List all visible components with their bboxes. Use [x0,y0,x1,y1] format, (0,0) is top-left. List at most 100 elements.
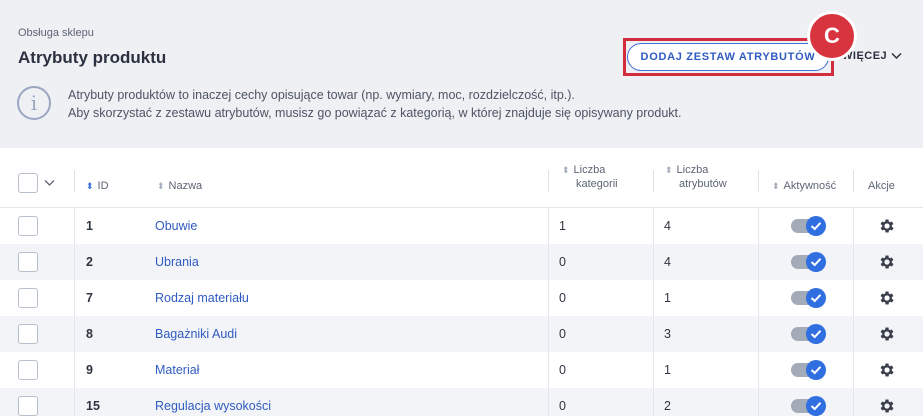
column-divider [74,208,75,244]
gear-icon[interactable] [878,325,896,343]
column-divider [548,280,549,316]
row-name-link[interactable]: Materiał [155,363,199,377]
active-toggle[interactable] [791,360,826,380]
checkmark-icon [806,288,826,308]
column-divider [758,388,759,416]
table-row: 1 Obuwie 1 4 [0,208,923,244]
step-marker: C [807,11,857,61]
row-attributes-count: 1 [664,363,671,377]
column-divider [653,316,654,352]
column-divider [853,170,854,192]
row-name-link[interactable]: Ubrania [155,255,199,269]
active-toggle[interactable] [791,252,826,272]
checkmark-icon [806,324,826,344]
row-checkbox[interactable] [18,324,38,344]
column-divider [548,244,549,280]
row-id: 1 [86,219,93,233]
info-text-line-1: Atrybuty produktów to inaczej cechy opis… [68,88,575,102]
column-divider [853,316,854,352]
checkmark-icon [806,396,826,416]
column-header-categories[interactable]: ⬍ Liczba kategorii [562,164,618,190]
row-id: 2 [86,255,93,269]
page-title: Atrybuty produktu [18,48,167,67]
info-text-line-2: Aby skorzystać z zestawu atrybutów, musi… [68,106,682,120]
column-divider [653,388,654,416]
row-checkbox[interactable] [18,252,38,272]
column-divider [653,208,654,244]
info-icon: i [17,86,51,120]
gear-icon[interactable] [878,361,896,379]
row-name-link[interactable]: Rodzaj materiału [155,291,249,305]
row-id: 15 [86,399,100,413]
row-categories-count: 1 [559,219,566,233]
column-divider [653,280,654,316]
column-header-id[interactable]: ⬍ ID [86,180,109,192]
highlight-frame [623,38,834,76]
gear-icon[interactable] [878,217,896,235]
row-attributes-count: 4 [664,219,671,233]
column-divider [548,170,549,192]
checkmark-icon [806,216,826,236]
select-all-checkbox[interactable] [18,173,38,193]
sort-icon: ⬍ [772,181,780,191]
column-divider [853,208,854,244]
column-divider [853,244,854,280]
column-divider [758,244,759,280]
checkmark-icon [806,360,826,380]
row-categories-count: 0 [559,255,566,269]
sort-icon: ⬍ [157,181,165,191]
active-toggle[interactable] [791,324,826,344]
row-checkbox[interactable] [18,360,38,380]
gear-icon[interactable] [878,289,896,307]
column-divider [758,280,759,316]
row-checkbox[interactable] [18,216,38,236]
column-divider [653,244,654,280]
gear-icon[interactable] [878,397,896,415]
row-name-link[interactable]: Bagażniki Audi [155,327,237,341]
row-name-link[interactable]: Obuwie [155,219,197,233]
row-attributes-count: 1 [664,291,671,305]
column-divider [74,352,75,388]
active-toggle[interactable] [791,288,826,308]
sort-icon: ⬍ [665,165,673,175]
column-divider [653,170,654,192]
row-attributes-count: 4 [664,255,671,269]
column-header-active[interactable]: ⬍ Aktywność [772,180,836,192]
row-attributes-count: 3 [664,327,671,341]
row-categories-count: 0 [559,363,566,377]
column-header-name[interactable]: ⬍ Nazwa [157,180,202,192]
column-divider [758,170,759,192]
row-checkbox[interactable] [18,288,38,308]
column-divider [548,352,549,388]
column-divider [653,352,654,388]
column-divider [758,208,759,244]
column-header-attributes[interactable]: ⬍ Liczba atrybutów [665,164,727,190]
row-attributes-count: 2 [664,399,671,413]
gear-icon[interactable] [878,253,896,271]
active-toggle[interactable] [791,396,826,416]
table-row: 8 Bagażniki Audi 0 3 [0,316,923,352]
row-id: 7 [86,291,93,305]
row-categories-count: 0 [559,291,566,305]
breadcrumb[interactable]: Obsługa sklepu [18,27,94,39]
sort-icon: ⬍ [562,165,570,175]
column-divider [74,388,75,416]
table-header [0,148,923,208]
column-divider [853,388,854,416]
chevron-down-icon [891,52,902,60]
active-toggle[interactable] [791,216,826,236]
row-id: 8 [86,327,93,341]
column-divider [548,388,549,416]
column-divider [758,316,759,352]
row-name-link[interactable]: Regulacja wysokości [155,399,271,413]
column-divider [758,352,759,388]
column-divider [74,170,75,192]
column-divider [548,208,549,244]
row-categories-count: 0 [559,399,566,413]
column-divider [74,244,75,280]
column-divider [853,280,854,316]
column-divider [74,316,75,352]
chevron-down-icon[interactable] [44,179,55,187]
table-row: 2 Ubrania 0 4 [0,244,923,280]
row-checkbox[interactable] [18,396,38,416]
